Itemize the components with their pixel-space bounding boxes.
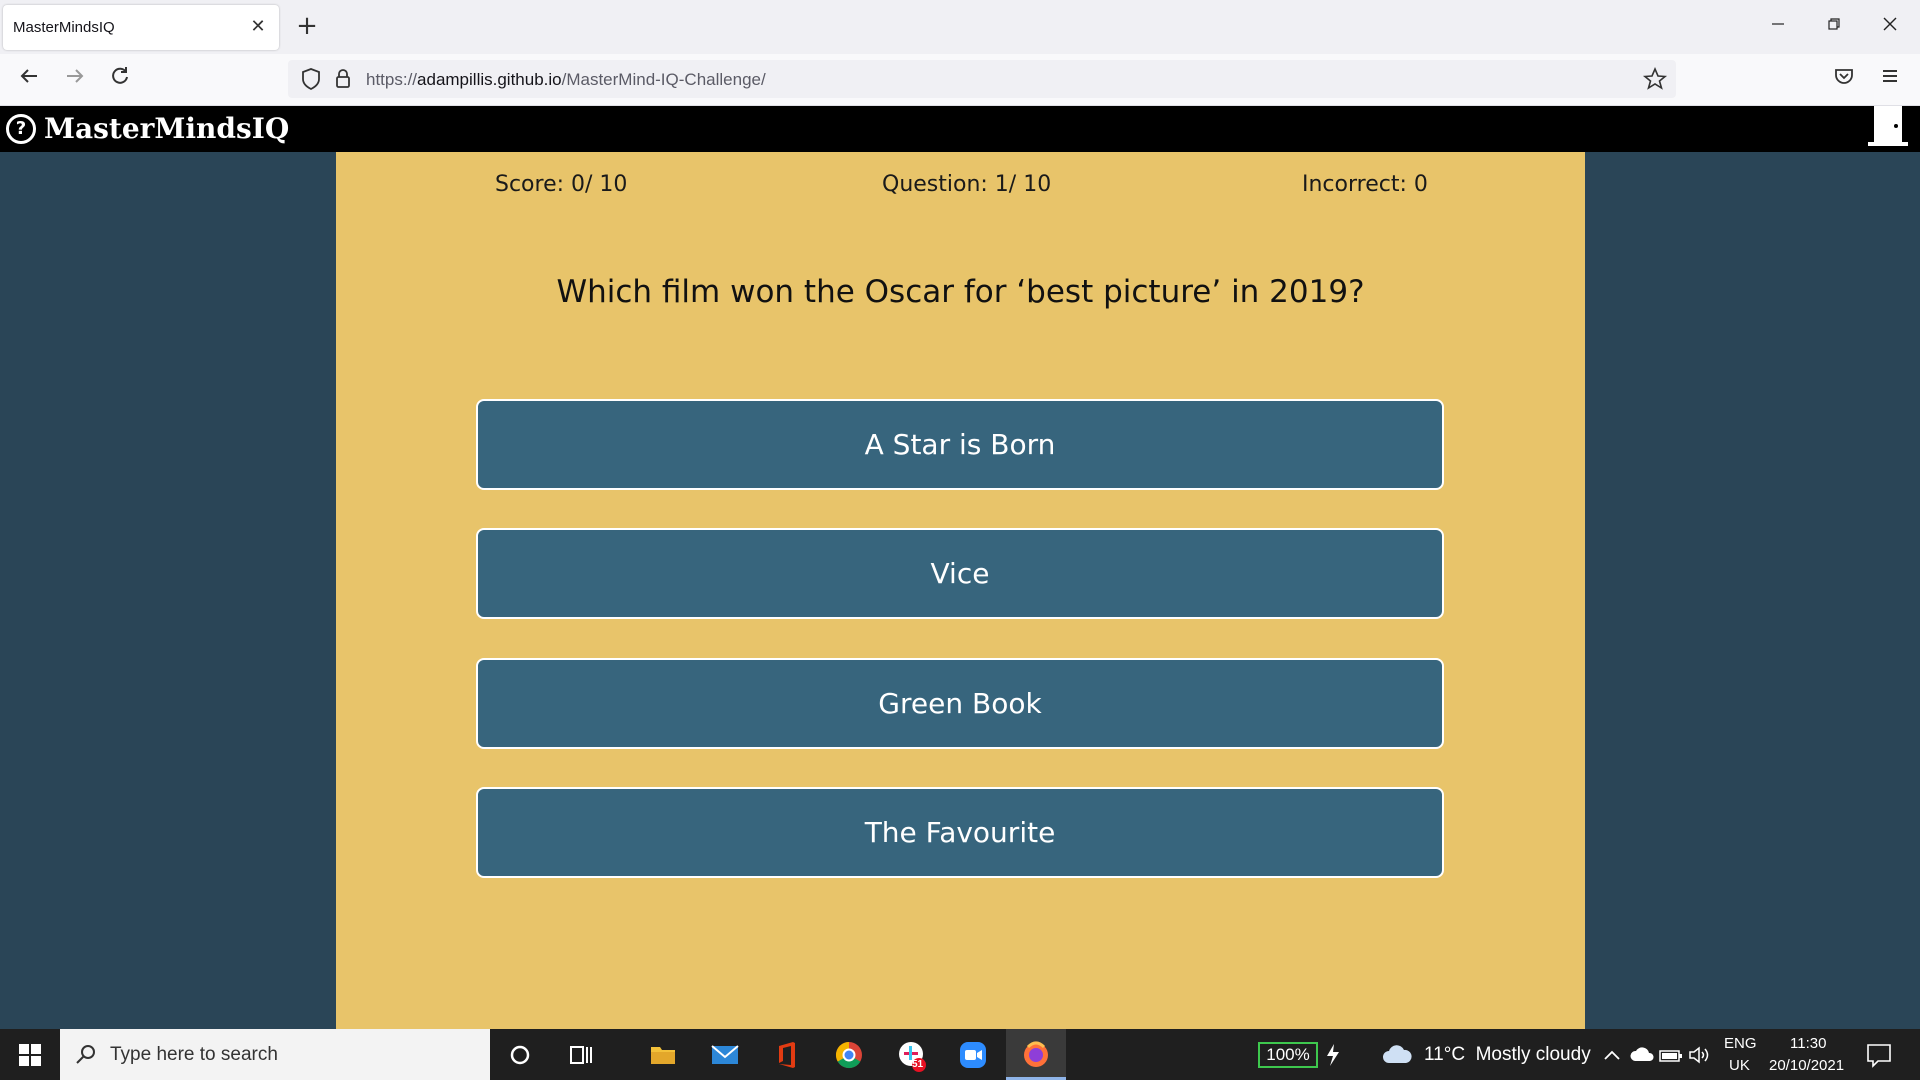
new-tab-button[interactable]: + [292,12,322,42]
brand-name[interactable]: MasterMindsIQ [44,112,289,145]
charging-icon [1327,1044,1339,1066]
answer-button[interactable]: Vice [476,528,1444,619]
volume-icon[interactable] [1687,1043,1713,1067]
cloud-icon[interactable] [1380,1041,1414,1069]
forward-icon[interactable] [60,65,90,95]
windows-start-icon[interactable] [12,1037,48,1073]
mail-icon[interactable] [707,1037,743,1073]
answer-button[interactable]: Green Book [476,658,1444,749]
clock-time[interactable]: 11:30 [1790,1035,1826,1052]
url-bar[interactable]: https://adampillis.github.io/MasterMind-… [288,60,1676,98]
app-header: ? MasterMindsIQ [0,106,1920,152]
question-counter: Question: 1/ 10 [882,172,1052,197]
language-region[interactable]: UK [1729,1057,1750,1074]
browser-tab-bar: MasterMindsIQ ✕ + [0,0,1920,54]
zoom-icon[interactable] [955,1037,991,1073]
office-icon[interactable] [769,1037,805,1073]
language-code[interactable]: ENG [1724,1035,1757,1052]
question-text: Which film won the Oscar for ‘best pictu… [556,274,1365,310]
url-path: /MasterMind-IQ-Challenge/ [561,70,766,89]
restore-icon[interactable] [1814,12,1854,42]
clock-date[interactable]: 20/10/2021 [1769,1057,1844,1074]
question-circle-icon: ? [6,114,36,144]
slack-icon[interactable]: 51 [893,1037,929,1073]
firefox-icon [1024,1041,1048,1067]
answer-button[interactable]: A Star is Born [476,399,1444,490]
browser-tab[interactable]: MasterMindsIQ ✕ [3,5,279,50]
reload-icon[interactable] [105,65,135,95]
taskbar-search[interactable]: Type here to search [60,1029,490,1080]
notification-center-icon[interactable] [1864,1041,1894,1069]
menu-icon[interactable] [1875,65,1905,95]
shield-icon[interactable] [296,64,326,94]
url-scheme: https:// [366,70,418,89]
search-placeholder: Type here to search [110,1044,278,1065]
file-explorer-icon[interactable] [645,1037,681,1073]
back-icon[interactable] [14,65,44,95]
cortana-icon[interactable] [502,1037,538,1073]
url-text[interactable]: https://adampillis.github.io/MasterMind-… [366,70,766,90]
battery-indicator[interactable]: 100% [1258,1042,1318,1068]
taskbar: Type here to search 51 100% 11°C Mostly … [0,1029,1920,1080]
bookmark-star-icon[interactable] [1640,64,1670,94]
chrome-icon[interactable] [831,1037,867,1073]
score-display: Score: 0/ 10 [495,172,628,197]
browser-nav-bar: https://adampillis.github.io/MasterMind-… [0,54,1920,106]
tab-close-icon[interactable]: ✕ [245,14,271,40]
weather-text[interactable]: 11°C Mostly cloudy [1424,1044,1591,1066]
firefox-taskbar-item[interactable] [1006,1029,1066,1080]
tab-title: MasterMindsIQ [13,19,115,36]
minimize-icon[interactable] [1758,12,1798,42]
battery-icon[interactable] [1658,1043,1684,1067]
lock-icon[interactable] [328,64,358,94]
search-icon [76,1045,95,1064]
chevron-up-icon[interactable] [1600,1044,1624,1068]
task-view-icon[interactable] [562,1037,598,1073]
pocket-icon[interactable] [1829,65,1859,95]
onedrive-icon[interactable] [1629,1043,1655,1067]
answer-button[interactable]: The Favourite [476,787,1444,878]
incorrect-counter: Incorrect: 0 [1302,172,1428,197]
door-icon[interactable] [1868,106,1908,146]
notification-badge: 51 [912,1059,924,1070]
quiz-panel: Score: 0/ 10 Question: 1/ 10 Incorrect: … [336,152,1585,1029]
url-host: adampillis.github.io [417,70,562,89]
close-window-icon[interactable] [1870,12,1910,42]
